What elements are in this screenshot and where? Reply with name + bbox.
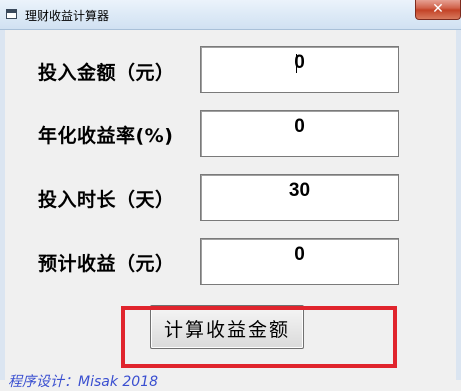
- highlight-annotation: [121, 306, 397, 368]
- window-frame-right: [456, 30, 461, 380]
- duration-input[interactable]: 30: [200, 174, 399, 221]
- investment-amount-label: 投入金额（元）: [38, 62, 175, 84]
- window-icon: [6, 9, 17, 19]
- close-icon: ✕: [432, 1, 444, 17]
- window-title: 理财收益计算器: [25, 9, 110, 23]
- duration-value: 30: [288, 180, 311, 201]
- expected-return-label: 预计收益（元）: [38, 253, 175, 275]
- expected-return-value: 0: [294, 244, 305, 265]
- annual-rate-value: 0: [294, 116, 305, 137]
- duration-label: 投入时长（天）: [38, 189, 175, 211]
- annual-rate-label: 年化收益率(%): [38, 125, 174, 147]
- investment-amount-value: 0: [294, 52, 305, 73]
- close-button[interactable]: ✕: [415, 0, 461, 20]
- expected-return-input[interactable]: 0: [200, 238, 399, 285]
- annual-rate-input[interactable]: 0: [200, 110, 399, 157]
- investment-amount-input[interactable]: 0: [200, 46, 399, 93]
- title-bar[interactable]: 理财收益计算器 ✕: [0, 0, 461, 30]
- footer-credit: 程序设计：Misak 2018: [8, 374, 159, 390]
- window-frame-left: [0, 30, 5, 380]
